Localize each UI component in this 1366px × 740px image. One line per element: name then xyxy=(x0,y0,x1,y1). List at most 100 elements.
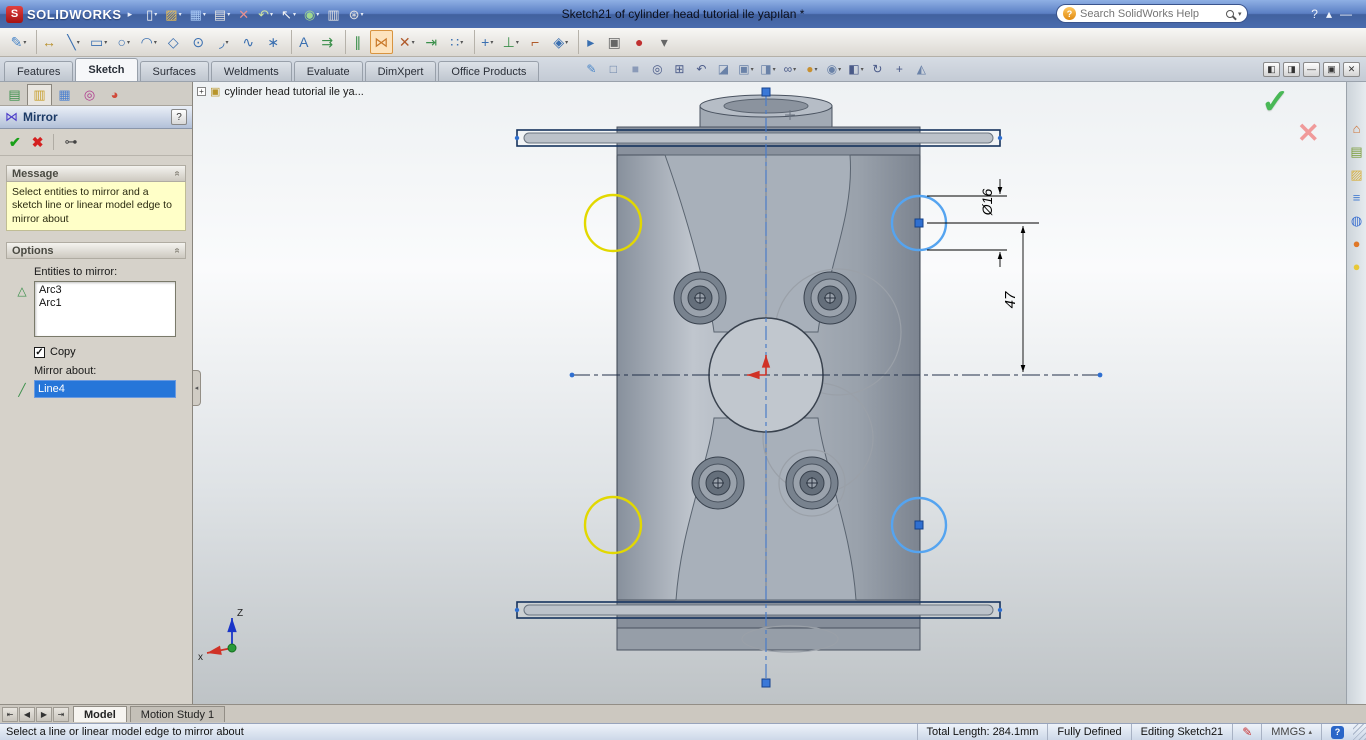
mirror-entities-icon[interactable]: ⋈ xyxy=(370,30,394,54)
length-dimension[interactable]: 47 xyxy=(927,222,1039,372)
cancel-button[interactable]: ✖ xyxy=(32,134,44,151)
mirror-about-field[interactable]: Line4 xyxy=(34,380,176,399)
spline-icon[interactable]: ∿ xyxy=(237,30,260,54)
feature-tree-flyout[interactable]: + ▣ cylinder head tutorial ile ya... xyxy=(197,85,364,98)
polygon-icon[interactable]: ◇ xyxy=(162,30,185,54)
ellipse-icon[interactable]: ⊙ xyxy=(187,30,210,54)
prev-sheet-icon[interactable]: ◀ xyxy=(19,706,35,722)
zoom-area-icon[interactable]: ⊞ xyxy=(669,59,690,79)
toolbox-icon[interactable]: ≡ xyxy=(1353,191,1361,204)
sketch-snap-icon[interactable]: ✎ xyxy=(581,59,602,79)
valve-bore[interactable] xyxy=(785,456,839,510)
tree-expand-icon[interactable]: + xyxy=(197,87,206,96)
tab-weldments[interactable]: Weldments xyxy=(210,61,292,81)
featuremanager-tab-icon[interactable]: ▤ xyxy=(2,84,27,105)
search-box[interactable]: ? ▾ xyxy=(1056,4,1248,23)
more-options-icon[interactable]: ▾ xyxy=(653,30,676,54)
restore-document-icon[interactable]: ▣ xyxy=(1323,61,1340,77)
open-icon[interactable]: ▨ ▾ xyxy=(161,3,185,25)
decals-icon[interactable]: ● xyxy=(1353,260,1361,273)
titlebar-expand-icon[interactable]: ▴ xyxy=(1322,3,1336,25)
extend-entities-icon[interactable]: ⇥ xyxy=(420,30,443,54)
valve-bore[interactable] xyxy=(803,271,857,325)
valve-bore[interactable] xyxy=(691,456,745,510)
rectangle-icon[interactable]: ▭ ▾ xyxy=(87,30,110,54)
linear-pattern-icon[interactable]: ∷ ▾ xyxy=(445,30,468,54)
undo-icon[interactable]: ↶ ▾ xyxy=(254,3,277,25)
tab-motion-study[interactable]: Motion Study 1 xyxy=(129,706,226,722)
circle-icon[interactable]: ○ ▾ xyxy=(112,30,135,54)
arc-icon[interactable]: ◠ ▾ xyxy=(137,30,160,54)
task-pane-home-icon[interactable]: ⌂ xyxy=(1353,122,1361,135)
rebuild-icon[interactable]: ◉ ▾ xyxy=(300,3,323,25)
sketch-status-indicator[interactable]: ✎ xyxy=(1232,724,1261,740)
display-relations-icon[interactable]: ⊥ ▾ xyxy=(499,30,522,54)
fillet-icon[interactable]: ◞ ▾ xyxy=(212,30,235,54)
screen-capture-icon[interactable]: ▣ xyxy=(603,30,626,54)
titlebar-minimize-icon[interactable]: — xyxy=(1336,3,1356,25)
first-sheet-icon[interactable]: ⇤ xyxy=(2,706,18,722)
tab-evaluate[interactable]: Evaluate xyxy=(293,61,363,81)
new-document-icon[interactable]: ▯ ▾ xyxy=(142,3,161,25)
tab-sketch[interactable]: Sketch xyxy=(75,58,138,81)
minimize-document-icon[interactable]: — xyxy=(1303,61,1320,77)
pin-button[interactable]: ⊶ xyxy=(64,134,77,150)
graphics-viewport[interactable]: Ø16 47 Z x + ▣ cylinder head tutorial il… xyxy=(193,82,1346,704)
offset-entities-icon[interactable]: ∥ xyxy=(345,30,368,54)
print-icon[interactable]: ▤ ▾ xyxy=(210,3,234,25)
close-document-icon[interactable]: ✕ xyxy=(1343,61,1360,77)
edit-appearance-icon[interactable]: ● ▾ xyxy=(801,59,822,79)
confirmation-ok-button[interactable]: ✓ xyxy=(1261,82,1290,122)
smart-dimension-icon[interactable]: ↔ xyxy=(36,30,60,54)
wireframe-cube-icon[interactable]: □ xyxy=(603,59,624,79)
search-input[interactable] xyxy=(1080,7,1222,20)
ok-button[interactable]: ✔ xyxy=(9,134,21,151)
valve-bore[interactable] xyxy=(673,271,727,325)
record-video-icon[interactable]: ● xyxy=(628,30,651,54)
displaymanager-tab-icon[interactable]: ◕ xyxy=(102,84,127,105)
shaded-cube-icon[interactable]: ■ xyxy=(625,59,646,79)
confirmation-cancel-button[interactable]: ✕ xyxy=(1297,118,1320,149)
titlebar-help-icon[interactable]: ? xyxy=(1307,3,1322,25)
pan-icon[interactable]: + xyxy=(889,59,910,79)
section-view-icon[interactable]: ◪ xyxy=(713,59,734,79)
view-settings-icon[interactable]: ◧ ▾ xyxy=(845,59,866,79)
menu-expand-icon[interactable]: ▸ xyxy=(128,9,133,20)
search-icon[interactable] xyxy=(1226,9,1234,18)
file-explorer-icon[interactable]: ▨ xyxy=(1350,168,1362,181)
search-caret-icon[interactable]: ▾ xyxy=(1238,10,1242,18)
zoom-fit-icon[interactable]: ◎ xyxy=(647,59,668,79)
next-sheet-icon[interactable]: ▶ xyxy=(36,706,52,722)
options-icon[interactable]: ⊛ ▾ xyxy=(345,3,368,25)
text-icon[interactable]: A xyxy=(291,30,314,54)
select-icon[interactable]: ↖ ▾ xyxy=(277,3,300,25)
hide-show-items-icon[interactable]: ∞ ▾ xyxy=(779,59,800,79)
entity-item[interactable]: Arc3 xyxy=(39,284,171,297)
3d-drawing-view-icon[interactable]: ◭ xyxy=(911,59,932,79)
propertymanager-tab-icon[interactable]: ▥ xyxy=(27,84,52,105)
apply-scene-icon[interactable]: ◉ ▾ xyxy=(823,59,844,79)
quick-snaps-icon[interactable]: ◈ ▾ xyxy=(549,30,572,54)
tab-surfaces[interactable]: Surfaces xyxy=(139,61,209,81)
convert-entities-icon[interactable]: ⇉ xyxy=(316,30,339,54)
rotate-view-icon[interactable]: ↻ xyxy=(867,59,888,79)
help-button[interactable]: ? xyxy=(171,109,187,125)
tab-features[interactable]: Features xyxy=(4,61,74,81)
file-properties-icon[interactable]: ▥ xyxy=(323,3,344,25)
point-icon[interactable]: ∗ xyxy=(262,30,285,54)
previous-view-icon[interactable]: ↶ xyxy=(691,59,712,79)
tab-model[interactable]: Model xyxy=(73,706,127,722)
rapid-sketch-icon[interactable]: ▸ xyxy=(578,30,601,54)
entities-listbox[interactable]: Arc3 Arc1 xyxy=(34,281,176,338)
view-orientation-icon[interactable]: ▣ ▾ xyxy=(735,59,756,79)
message-section-header[interactable]: Message » xyxy=(6,165,186,182)
configurationmanager-tab-icon[interactable]: ▦ xyxy=(52,84,77,105)
save-icon[interactable]: ▦ ▾ xyxy=(186,3,210,25)
trim-entities-icon[interactable]: ✕ ▾ xyxy=(395,30,418,54)
delete-icon[interactable]: ✕ xyxy=(234,3,254,25)
line-icon[interactable]: ╲ ▾ xyxy=(62,30,85,54)
move-entities-icon[interactable]: + ▾ xyxy=(474,30,497,54)
design-library-icon[interactable]: ▤ xyxy=(1350,145,1362,158)
dock-right-icon[interactable]: ◨ xyxy=(1283,61,1300,77)
tab-dimxpert[interactable]: DimXpert xyxy=(364,61,437,81)
